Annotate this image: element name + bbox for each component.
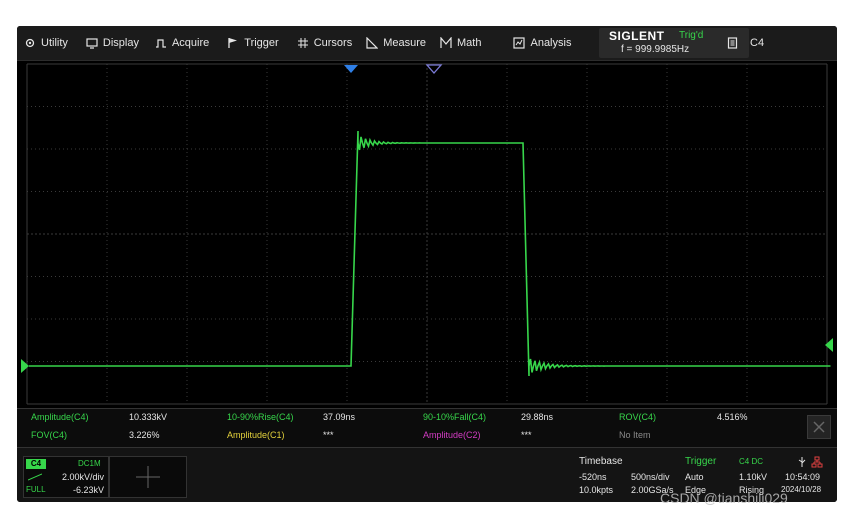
channel-button-label: C4 bbox=[750, 37, 765, 49]
channel-offset: -6.23kV bbox=[72, 485, 104, 495]
menu-math-label: Math bbox=[457, 37, 482, 49]
acquire-icon bbox=[155, 39, 166, 48]
channel-c4-settings[interactable]: C4 DC1M 2.00kV/div FULL -6.23kV bbox=[23, 456, 109, 498]
plus-icon bbox=[136, 466, 160, 488]
menu-display[interactable]: Display bbox=[79, 26, 146, 60]
measurement-row-1: Amplitude(C4) 10.333kV 10-90%Rise(C4) 37… bbox=[17, 409, 807, 427]
menu-display-label: Display bbox=[102, 37, 139, 49]
c4-waveform-trace bbox=[29, 130, 831, 377]
timebase-scale: 500ns/div bbox=[631, 472, 670, 482]
channel-coupling: DC1M bbox=[78, 459, 101, 468]
watermark-text: CSDN @tianshili029 bbox=[660, 490, 788, 506]
menu-cursors[interactable]: Cursors bbox=[290, 26, 360, 60]
meas-rise-c4-label[interactable]: 10-90%Rise(C4) bbox=[227, 412, 294, 422]
menu-acquire[interactable]: Acquire bbox=[148, 26, 216, 60]
monitor-icon bbox=[86, 38, 98, 49]
math-icon bbox=[440, 37, 452, 48]
menu-math[interactable]: Math bbox=[433, 26, 488, 60]
menu-acquire-label: Acquire bbox=[171, 37, 210, 49]
timebase-marker[interactable] bbox=[344, 65, 358, 73]
menu-measure-label: Measure bbox=[383, 37, 427, 49]
channel-scale: 2.00kV/div bbox=[61, 472, 104, 482]
meas-rise-c4-value: 37.09ns bbox=[323, 412, 356, 422]
measurement-row-2: FOV(C4) 3.226% Amplitude(C1) *** Amplitu… bbox=[17, 427, 807, 445]
menu-measure[interactable]: Measure bbox=[359, 26, 433, 60]
meas-rov-c4-label[interactable]: ROV(C4) bbox=[619, 412, 656, 422]
menu-bar: Utility Display Acquire Trigger Cursors … bbox=[17, 26, 837, 61]
meas-fov-c4-label[interactable]: FOV(C4) bbox=[31, 430, 67, 440]
menu-analysis-label: Analysis bbox=[530, 37, 572, 49]
clock-time: 10:54:09 bbox=[785, 472, 821, 482]
menu-trigger-label: Trigger bbox=[244, 37, 279, 49]
meas-fall-c4-label[interactable]: 90-10%Fall(C4) bbox=[423, 412, 486, 422]
hash-icon bbox=[297, 38, 308, 48]
trigger-position-marker[interactable] bbox=[425, 64, 443, 74]
meas-fov-c4-value: 3.226% bbox=[129, 430, 160, 440]
meas-amplitude-c1-value: *** bbox=[323, 430, 334, 440]
document-icon bbox=[727, 37, 738, 49]
menu-utility[interactable]: Utility bbox=[17, 26, 75, 60]
graticule-grid bbox=[26, 63, 828, 405]
oscilloscope-screen: Utility Display Acquire Trigger Cursors … bbox=[17, 26, 837, 502]
channel-button[interactable]: C4 bbox=[727, 26, 764, 60]
network-icon bbox=[811, 456, 823, 468]
timebase-delay: -520ns bbox=[579, 472, 607, 482]
meas-fall-c4-value: 29.88ns bbox=[521, 412, 554, 422]
measurement-panel: Amplitude(C4) 10.333kV 10-90%Rise(C4) 37… bbox=[17, 408, 837, 447]
flag-icon bbox=[228, 38, 238, 48]
menu-utility-label: Utility bbox=[41, 37, 68, 49]
channel-label: C4 bbox=[26, 459, 46, 469]
trigger-status: Trig'd bbox=[679, 30, 704, 41]
measurement-close-button[interactable] bbox=[807, 415, 831, 439]
meas-rov-c4-value: 4.516% bbox=[717, 412, 748, 422]
ruler-icon bbox=[366, 37, 379, 49]
menu-trigger[interactable]: Trigger bbox=[220, 26, 285, 60]
trigger-source: C4 DC bbox=[739, 457, 764, 466]
close-icon bbox=[813, 421, 825, 433]
analysis-icon bbox=[513, 37, 526, 49]
meas-empty-slot[interactable]: No Item bbox=[619, 430, 651, 440]
usb-icon bbox=[798, 457, 806, 467]
meas-amplitude-c1-label[interactable]: Amplitude(C1) bbox=[227, 430, 285, 440]
gear-icon bbox=[25, 38, 35, 48]
meas-amplitude-c4-value: 10.333kV bbox=[129, 412, 168, 422]
trigger-level: 1.10kV bbox=[739, 472, 768, 482]
timebase-title: Timebase bbox=[579, 456, 623, 467]
trigger-mode: Auto bbox=[685, 472, 704, 482]
trigger-title: Trigger bbox=[685, 456, 717, 467]
menu-analysis[interactable]: Analysis bbox=[506, 26, 578, 60]
add-channel-button[interactable] bbox=[109, 456, 187, 498]
timebase-points: 10.0kpts bbox=[579, 485, 614, 495]
waveform-plot[interactable] bbox=[17, 61, 837, 407]
trigger-level-marker[interactable] bbox=[825, 338, 833, 352]
meas-amplitude-c4-label[interactable]: Amplitude(C4) bbox=[31, 412, 89, 422]
meas-amplitude-c2-value: *** bbox=[521, 430, 532, 440]
meas-amplitude-c2-label[interactable]: Amplitude(C2) bbox=[423, 430, 481, 440]
channel-bandwidth: FULL bbox=[26, 485, 46, 494]
menu-cursors-label: Cursors bbox=[313, 37, 353, 49]
frequency-readout: f = 999.9985Hz bbox=[621, 44, 690, 55]
brand-logo: SIGLENT bbox=[609, 29, 665, 43]
probe-icon bbox=[28, 473, 42, 481]
